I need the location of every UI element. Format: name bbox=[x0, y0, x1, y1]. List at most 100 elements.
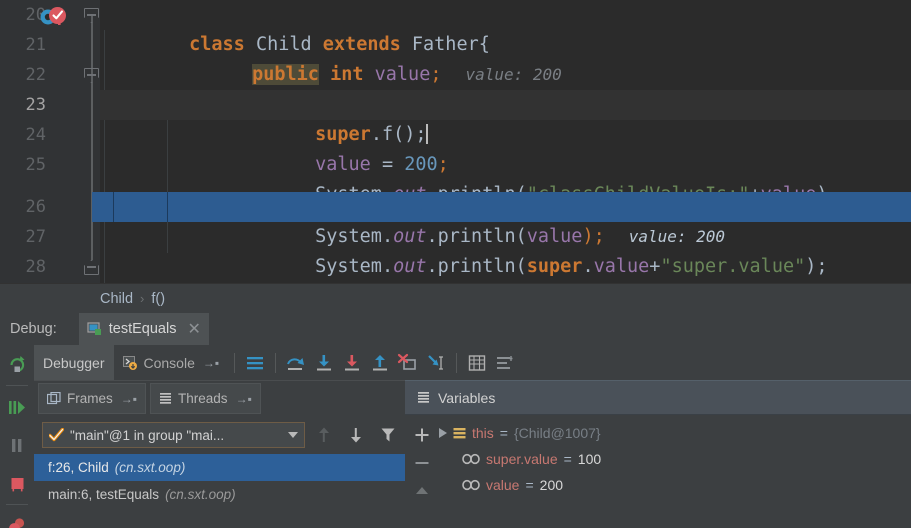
debug-session-tab[interactable]: testEquals ✕ bbox=[78, 313, 209, 345]
frames-panel[interactable]: Frames →▪ Threads →▪ "main"@1 in group "… bbox=[34, 380, 405, 528]
toolbar-separator bbox=[275, 352, 277, 373]
variable-name: this bbox=[472, 425, 494, 441]
line-number: 28 bbox=[25, 257, 46, 277]
debug-session-name: testEquals bbox=[108, 321, 177, 337]
variables-side-toolbar[interactable] bbox=[405, 415, 439, 528]
code-line-22[interactable]: 22 public void f(){ bbox=[0, 60, 911, 115]
resume-program-icon[interactable] bbox=[0, 388, 34, 426]
variables-icon bbox=[417, 391, 430, 404]
thread-running-check-icon bbox=[49, 428, 64, 442]
debug-actions-rail[interactable] bbox=[0, 345, 34, 528]
fold-marker-end[interactable] bbox=[84, 260, 99, 275]
code-line-24[interactable]: 24 value = 200; bbox=[0, 120, 911, 175]
frame-method: main:6, testEquals bbox=[48, 487, 160, 502]
code-editor[interactable]: 20 class Child extends Father{ 21 public… bbox=[0, 0, 911, 283]
tab-frames-label: Frames bbox=[67, 391, 113, 406]
breadcrumb[interactable]: Child › f() bbox=[0, 283, 911, 313]
code-line-26[interactable]: 26 System.out.println(value); value: 200 bbox=[0, 192, 911, 247]
add-watch-button[interactable] bbox=[407, 421, 437, 449]
tab-console[interactable]: Console →▪ bbox=[114, 345, 229, 380]
variable-row-value[interactable]: value = 200 bbox=[439, 472, 911, 498]
tab-debugger[interactable]: Debugger bbox=[34, 345, 114, 380]
code-line-20[interactable]: 20 class Child extends Father{ bbox=[0, 0, 911, 55]
run-configuration-icon bbox=[87, 322, 102, 336]
tab-threads-label: Threads bbox=[178, 391, 228, 406]
object-value-icon bbox=[453, 427, 466, 440]
settings-icon[interactable] bbox=[491, 349, 519, 377]
frame-list-item[interactable]: main:6, testEquals (cn.sxt.oop) bbox=[34, 481, 405, 508]
debug-tool-window-header: Debug: testEquals ✕ bbox=[0, 313, 911, 345]
line-number: 26 bbox=[25, 197, 46, 217]
code-line-28[interactable]: 28 } bbox=[0, 252, 911, 282]
line-number: 25 bbox=[25, 155, 46, 175]
primitive-field-icon bbox=[462, 479, 480, 491]
scroll-up-button[interactable] bbox=[407, 477, 437, 505]
console-icon bbox=[122, 355, 138, 370]
frame-package: (cn.sxt.oop) bbox=[114, 460, 186, 475]
force-step-into-icon[interactable] bbox=[338, 349, 366, 377]
variable-row-this[interactable]: this = {Child@1007} bbox=[439, 420, 911, 446]
variable-equals: = bbox=[525, 477, 534, 493]
breadcrumb-separator-icon: › bbox=[140, 291, 145, 306]
fold-marker-class[interactable] bbox=[84, 8, 99, 23]
step-into-icon[interactable] bbox=[310, 349, 338, 377]
toolbar-separator bbox=[456, 352, 458, 373]
variables-body[interactable]: this = {Child@1007} super.value = 100 va… bbox=[405, 415, 911, 528]
remove-watch-button[interactable] bbox=[407, 449, 437, 477]
code-line-21[interactable]: 21 public int value; value: 200 bbox=[0, 30, 911, 85]
breadcrumb-item-class[interactable]: Child bbox=[100, 291, 133, 307]
view-breakpoints-icon[interactable] bbox=[0, 507, 34, 528]
frame-package: (cn.sxt.oop) bbox=[165, 487, 236, 502]
pin-icon[interactable]: →▪ bbox=[203, 356, 219, 370]
frames-tab-bar[interactable]: Frames →▪ Threads →▪ bbox=[34, 381, 405, 416]
tab-threads[interactable]: Threads →▪ bbox=[150, 383, 261, 414]
evaluate-expression-icon[interactable] bbox=[463, 349, 491, 377]
fold-marker-method[interactable] bbox=[84, 68, 99, 83]
variable-equals: = bbox=[563, 451, 572, 467]
move-up-icon[interactable] bbox=[311, 422, 337, 448]
frame-list-item[interactable]: f:26, Child (cn.sxt.oop) bbox=[34, 454, 405, 481]
thread-selector[interactable]: "main"@1 in group "mai... bbox=[42, 422, 305, 448]
rail-divider bbox=[6, 385, 28, 386]
variables-header: Variables bbox=[405, 380, 911, 415]
step-over-icon[interactable] bbox=[282, 349, 310, 377]
code-line-25[interactable]: 25 System.out.println("classChildValueIs… bbox=[0, 150, 911, 205]
thread-selector-value: "main"@1 in group "mai... bbox=[70, 427, 225, 443]
debug-window-label: Debug: bbox=[10, 321, 57, 337]
toolbar-separator bbox=[234, 352, 236, 373]
thread-selector-row[interactable]: "main"@1 in group "mai... bbox=[34, 416, 405, 454]
code-line-23[interactable]: 23 super.f(); bbox=[0, 90, 911, 145]
variable-name: super.value bbox=[486, 451, 558, 467]
show-execution-point-icon[interactable] bbox=[241, 349, 269, 377]
tab-frames[interactable]: Frames →▪ bbox=[38, 383, 147, 414]
verified-breakpoint-icon[interactable] bbox=[48, 6, 67, 25]
run-to-cursor-icon[interactable] bbox=[422, 349, 450, 377]
pin-icon[interactable]: →▪ bbox=[236, 392, 252, 406]
line-number: 21 bbox=[25, 35, 46, 55]
line-number: 22 bbox=[25, 65, 46, 85]
filter-icon[interactable] bbox=[375, 422, 401, 448]
move-down-icon[interactable] bbox=[343, 422, 369, 448]
chevron-down-icon[interactable] bbox=[288, 432, 298, 438]
variable-name: value bbox=[486, 477, 520, 493]
code-line-27[interactable]: 27 System.out.println(super.value+"super… bbox=[0, 222, 911, 277]
threads-icon bbox=[159, 392, 172, 405]
pause-program-icon[interactable] bbox=[0, 426, 34, 464]
debugger-toolbar[interactable]: Debugger Console →▪ bbox=[0, 345, 911, 380]
line-number: 23 bbox=[25, 95, 46, 115]
intellij-debug-window: 20 class Child extends Father{ 21 public… bbox=[0, 0, 911, 528]
line-number: 24 bbox=[25, 125, 46, 145]
tab-console-label: Console bbox=[143, 354, 195, 371]
breadcrumb-item-method[interactable]: f() bbox=[151, 291, 165, 307]
expander-arrow-icon[interactable] bbox=[439, 428, 447, 438]
pin-icon[interactable]: →▪ bbox=[121, 392, 137, 406]
variable-value: 100 bbox=[577, 451, 602, 467]
step-out-icon[interactable] bbox=[366, 349, 394, 377]
rerun-icon[interactable] bbox=[0, 345, 34, 383]
variables-list[interactable]: this = {Child@1007} super.value = 100 va… bbox=[439, 415, 911, 528]
variable-row-super-value[interactable]: super.value = 100 bbox=[439, 446, 911, 472]
variables-panel[interactable]: Variables this = {Child@1007} super.valu… bbox=[405, 380, 911, 528]
stop-icon[interactable] bbox=[0, 464, 34, 502]
close-icon[interactable]: ✕ bbox=[187, 319, 200, 339]
drop-frame-icon[interactable] bbox=[394, 349, 422, 377]
